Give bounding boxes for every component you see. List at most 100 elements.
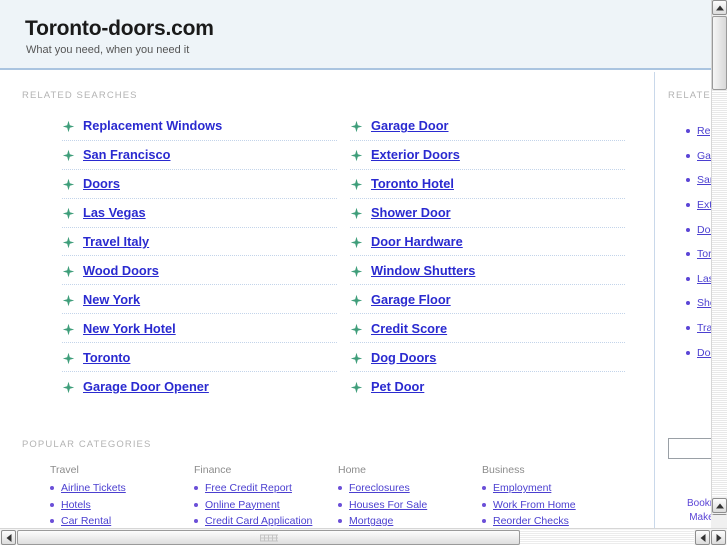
related-search-link[interactable]: Replacement Windows: [83, 118, 222, 133]
related-search-item[interactable]: Garage Door Opener: [62, 372, 337, 401]
sidebar-list-item[interactable]: Doors: [686, 217, 713, 242]
sidebar-list-item[interactable]: Garage Door: [686, 144, 713, 169]
horizontal-scrollbar[interactable]: [0, 528, 727, 545]
related-searches-label: RELATED SEARCHES: [22, 90, 138, 101]
category-item[interactable]: Employment: [482, 482, 627, 494]
related-search-item[interactable]: Door Hardware: [350, 228, 625, 257]
sidebar-footer-link[interactable]: Bookmark: [662, 497, 713, 511]
sidebar-list-item[interactable]: Toronto Hotel: [686, 242, 713, 267]
sidebar-list-item[interactable]: Shower Door: [686, 291, 713, 316]
category-item[interactable]: Houses For Sale: [338, 499, 483, 511]
related-search-link[interactable]: San Francisco: [83, 147, 170, 162]
related-search-link[interactable]: Shower Door: [371, 205, 451, 220]
related-search-item[interactable]: Credit Score: [350, 314, 625, 344]
related-search-link[interactable]: Exterior Doors: [371, 147, 460, 162]
category-link[interactable]: Work From Home: [493, 499, 576, 511]
star-bullet-icon: [62, 352, 75, 365]
related-search-link[interactable]: Window Shutters: [371, 263, 475, 278]
related-search-link[interactable]: Credit Score: [371, 321, 447, 336]
star-bullet-icon: [62, 265, 75, 278]
sidebar-list-item[interactable]: Travel Italy: [686, 316, 713, 341]
related-search-link[interactable]: Garage Door Opener: [83, 379, 209, 394]
sidebar-list-item[interactable]: Replacement Windows: [686, 119, 713, 144]
category-item[interactable]: Online Payment: [194, 499, 339, 511]
related-search-link[interactable]: Pet Door: [371, 379, 424, 394]
bullet-dot-icon: [686, 227, 690, 232]
horizontal-scrollbar-track[interactable]: [520, 530, 694, 545]
category-item[interactable]: Foreclosures: [338, 482, 483, 494]
category-link[interactable]: Reorder Checks: [493, 515, 569, 527]
related-search-item[interactable]: Garage Floor: [350, 285, 625, 315]
related-search-item[interactable]: New York: [62, 285, 337, 315]
sidebar-related-searches: RELATED SEARCHES Replacement WindowsGara…: [656, 72, 713, 528]
related-search-item[interactable]: Travel Italy: [62, 228, 337, 257]
category-item[interactable]: Hotels: [50, 499, 195, 511]
bullet-dot-icon: [338, 519, 342, 523]
related-search-link[interactable]: Door Hardware: [371, 234, 463, 249]
sidebar-list-item[interactable]: San Francisco: [686, 168, 713, 193]
scroll-right-button[interactable]: [711, 530, 726, 545]
related-search-item[interactable]: Las Vegas: [62, 199, 337, 228]
related-search-link[interactable]: New York: [83, 292, 140, 307]
related-search-link[interactable]: Dog Doors: [371, 350, 436, 365]
related-search-item[interactable]: Window Shutters: [350, 256, 625, 286]
related-search-item[interactable]: Shower Door: [350, 199, 625, 228]
scroll-up-button[interactable]: [712, 0, 727, 15]
category-link[interactable]: Houses For Sale: [349, 499, 427, 511]
related-search-item[interactable]: Replacement Windows: [62, 112, 337, 141]
category-link[interactable]: Airline Tickets: [61, 482, 126, 494]
related-search-link[interactable]: Doors: [83, 176, 120, 191]
sidebar-search-input[interactable]: [668, 438, 713, 459]
related-search-item[interactable]: Exterior Doors: [350, 141, 625, 170]
bullet-dot-icon: [686, 129, 690, 134]
category-item[interactable]: Credit Card Application: [194, 515, 339, 527]
star-bullet-icon: [350, 149, 363, 162]
related-search-link[interactable]: Garage Door: [371, 118, 449, 133]
scroll-left-button[interactable]: [1, 530, 16, 545]
vertical-scrollbar-thumb[interactable]: [712, 16, 727, 90]
related-search-link[interactable]: Garage Floor: [371, 292, 451, 307]
category-link[interactable]: Employment: [493, 482, 551, 494]
related-search-link[interactable]: Wood Doors: [83, 263, 159, 278]
related-search-link[interactable]: Toronto Hotel: [371, 176, 454, 191]
category-link[interactable]: Free Credit Report: [205, 482, 292, 494]
sidebar-list-item[interactable]: Door Hardware: [686, 340, 713, 365]
related-search-item[interactable]: Garage Door: [350, 112, 625, 141]
category-item[interactable]: Car Rental: [50, 515, 195, 527]
scroll-up-button-bottom[interactable]: [712, 498, 727, 513]
related-search-item[interactable]: New York Hotel: [62, 314, 337, 344]
category-item[interactable]: Work From Home: [482, 499, 627, 511]
related-search-item[interactable]: Wood Doors: [62, 256, 337, 286]
related-search-link[interactable]: Toronto: [83, 350, 130, 365]
sidebar-footer-link[interactable]: Make this: [662, 511, 713, 525]
category-item[interactable]: Reorder Checks: [482, 515, 627, 527]
related-search-item[interactable]: Dog Doors: [350, 343, 625, 373]
related-search-item[interactable]: Toronto: [62, 343, 337, 373]
related-search-item[interactable]: Pet Door: [350, 372, 625, 401]
category-item[interactable]: Free Credit Report: [194, 482, 339, 494]
scroll-left-button-end[interactable]: [695, 530, 710, 545]
category-item[interactable]: Mortgage: [338, 515, 483, 527]
category-link[interactable]: Mortgage: [349, 515, 393, 527]
horizontal-scrollbar-thumb[interactable]: [17, 530, 520, 545]
category-link[interactable]: Foreclosures: [349, 482, 410, 494]
related-search-item[interactable]: Doors: [62, 170, 337, 199]
star-bullet-icon: [62, 149, 75, 162]
related-search-item[interactable]: Toronto Hotel: [350, 170, 625, 199]
category-link[interactable]: Online Payment: [205, 499, 280, 511]
arrow-up-icon: [715, 5, 724, 10]
category-link[interactable]: Car Rental: [61, 515, 111, 527]
category-item[interactable]: Airline Tickets: [50, 482, 195, 494]
star-bullet-icon: [350, 381, 363, 394]
sidebar-list-item[interactable]: Exterior Doors: [686, 193, 713, 218]
sidebar-list-item[interactable]: Las Vegas: [686, 267, 713, 292]
category-link[interactable]: Credit Card Application: [205, 515, 312, 527]
vertical-scrollbar[interactable]: [711, 0, 727, 529]
related-search-item[interactable]: San Francisco: [62, 141, 337, 170]
related-search-link[interactable]: Las Vegas: [83, 205, 146, 220]
category-link[interactable]: Hotels: [61, 499, 91, 511]
related-search-link[interactable]: Travel Italy: [83, 234, 149, 249]
related-search-link[interactable]: New York Hotel: [83, 321, 176, 336]
star-bullet-icon: [62, 236, 75, 249]
popular-categories-label: POPULAR CATEGORIES: [22, 439, 152, 450]
